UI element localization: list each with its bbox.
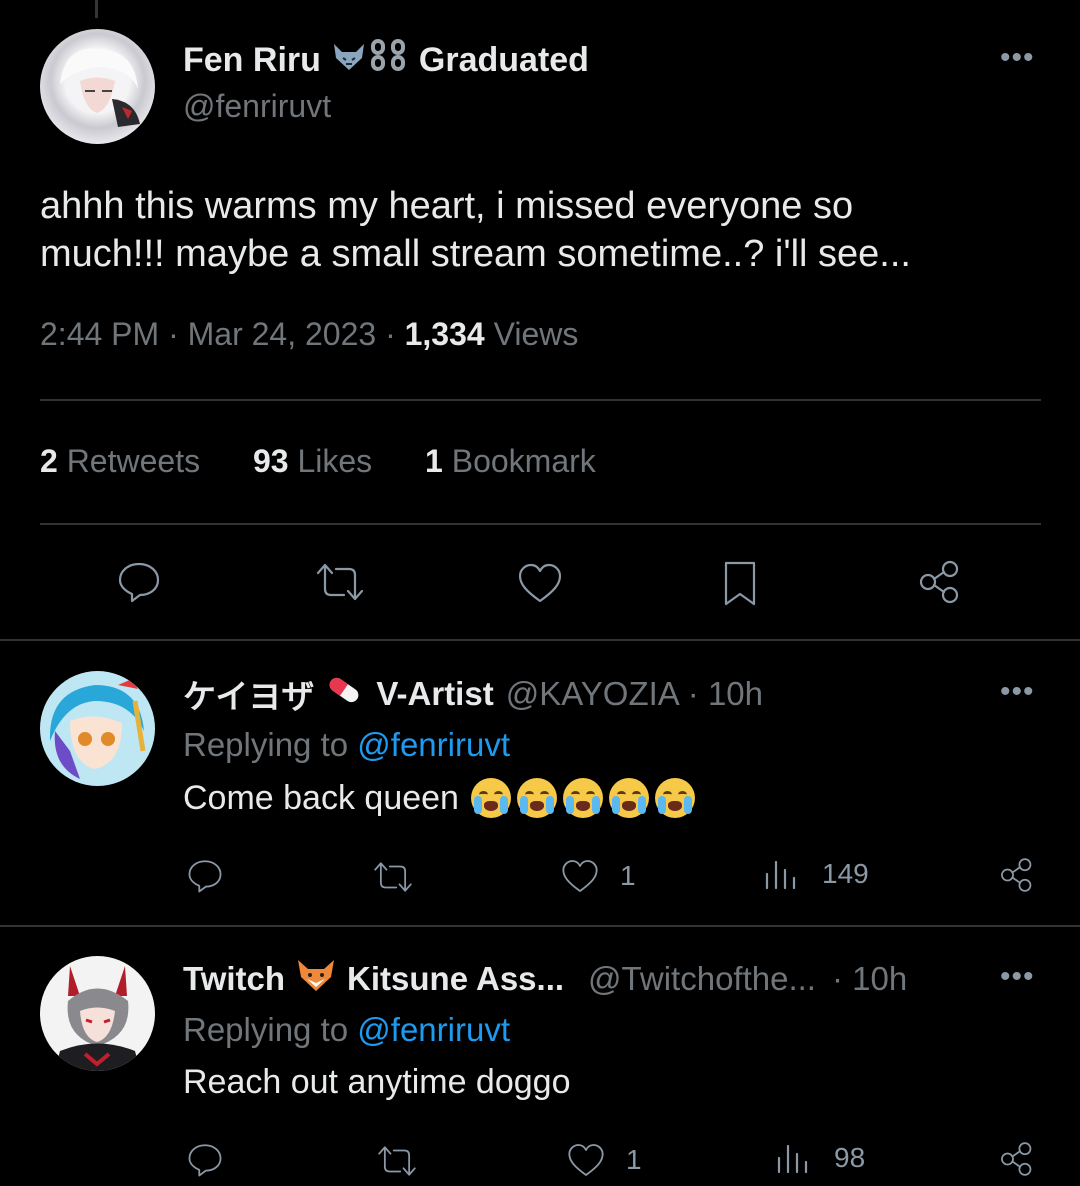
bookmarks-count: 1 xyxy=(425,443,443,479)
retweets-stat[interactable]: 2 Retweets xyxy=(40,443,200,479)
reply-timestamp[interactable]: · 10h xyxy=(832,960,907,998)
meta-separator: · xyxy=(385,316,396,352)
loudly-crying-face-emoji-icon xyxy=(562,778,603,818)
likes-count: 93 xyxy=(252,443,289,479)
divider xyxy=(0,639,1080,641)
pill-emoji-icon xyxy=(324,673,364,715)
tweet-text: ahhh this warms my heart, i missed every… xyxy=(40,182,911,278)
divider xyxy=(0,925,1080,927)
like-icon xyxy=(562,860,598,892)
bookmarks-stat[interactable]: 1 Bookmark xyxy=(425,443,596,479)
loudly-crying-face-emoji-icon xyxy=(608,778,649,818)
like-count: 1 xyxy=(620,860,636,891)
replying-to-handle[interactable]: @fenriruvt xyxy=(357,1011,510,1048)
engagement-stats: 2 Retweets 93 Likes 1 Bookmark xyxy=(40,443,596,480)
reply-author-handle[interactable]: @Twitchofthe... xyxy=(588,960,816,998)
replying-to-handle[interactable]: @fenriruvt xyxy=(357,726,510,763)
tweet-date[interactable]: Mar 24, 2023 xyxy=(188,316,377,352)
replying-to: Replying to @fenriruvt xyxy=(183,1011,510,1049)
views-label: Views xyxy=(493,316,579,352)
reply-icon[interactable] xyxy=(185,1142,225,1183)
like-button[interactable]: 1 xyxy=(566,1142,642,1178)
loudly-crying-face-emoji-icon xyxy=(470,778,511,818)
views-icon xyxy=(777,1144,808,1174)
reply-header: ケイヨザ V-Artist @KAYOZIA · 10h xyxy=(183,673,763,715)
reply-avatar[interactable] xyxy=(40,671,155,786)
meta-separator: · xyxy=(168,316,179,352)
bookmarks-label: Bookmark xyxy=(451,443,596,479)
retweet-icon[interactable] xyxy=(374,1144,420,1183)
views-icon xyxy=(765,860,796,890)
like-count: 1 xyxy=(626,1144,642,1175)
reply-author-name-first[interactable]: Twitch xyxy=(183,960,285,998)
more-icon[interactable]: ••• xyxy=(1000,677,1035,707)
retweets-label: Retweets xyxy=(66,443,201,479)
author-display-name: Fen Riru xyxy=(183,40,321,79)
retweets-count: 2 xyxy=(40,443,58,479)
views-count: 98 xyxy=(834,1142,866,1173)
more-icon[interactable]: ••• xyxy=(1000,962,1035,992)
more-icon[interactable]: ••• xyxy=(1000,43,1035,73)
divider xyxy=(40,523,1041,525)
retweet-icon[interactable] xyxy=(370,860,416,899)
reply-timestamp[interactable]: · 10h xyxy=(688,675,763,713)
share-icon[interactable] xyxy=(916,558,964,611)
author-handle[interactable]: @fenriruvt xyxy=(183,88,331,125)
views-button[interactable]: 98 xyxy=(776,1142,865,1174)
likes-stat[interactable]: 93 Likes xyxy=(253,443,372,479)
tweet-meta: 2:44 PM · Mar 24, 2023 · 1,334 Views xyxy=(40,316,578,353)
tweet-text-line-1: ahhh this warms my heart, i missed every… xyxy=(40,185,854,227)
retweet-icon[interactable] xyxy=(314,561,366,608)
like-icon xyxy=(568,1144,604,1176)
wolf-emoji-icon xyxy=(331,40,367,81)
views-button[interactable]: 149 xyxy=(764,858,869,890)
chain-emoji-icon xyxy=(369,38,409,82)
tweet-time[interactable]: 2:44 PM xyxy=(40,316,159,352)
replying-to: Replying to @fenriruvt xyxy=(183,726,510,764)
views-count: 1,334 xyxy=(404,316,485,352)
replying-to-prefix: Replying to xyxy=(183,1011,349,1048)
loudly-crying-face-emoji-icon xyxy=(654,778,695,818)
loudly-crying-face-emoji-icon xyxy=(516,778,557,818)
likes-label: Likes xyxy=(297,443,373,479)
reply-avatar[interactable] xyxy=(40,956,155,1071)
author-avatar[interactable] xyxy=(40,29,155,144)
bookmark-icon[interactable] xyxy=(722,560,758,613)
like-button[interactable]: 1 xyxy=(560,858,636,894)
fox-emoji-icon xyxy=(295,957,337,1001)
reply-icon[interactable] xyxy=(116,560,162,609)
share-icon[interactable] xyxy=(998,856,1036,899)
reply-text-body: Come back queen xyxy=(183,778,459,817)
author-badge-text: Graduated xyxy=(418,40,589,79)
tweet-text-line-2: much!!! maybe a small stream sometime..?… xyxy=(40,233,911,275)
reply-author-name[interactable]: Kitsune Ass... xyxy=(347,960,564,998)
reply-text: Come back queen xyxy=(183,778,701,818)
reply-author-handle[interactable]: @KAYOZIA xyxy=(506,675,680,713)
like-icon[interactable] xyxy=(516,562,564,609)
share-icon[interactable] xyxy=(998,1140,1036,1183)
thread-connector xyxy=(95,0,98,18)
reply-author-name-jp[interactable]: ケイヨザ xyxy=(183,670,314,718)
reply-author-name[interactable]: V-Artist xyxy=(376,675,493,713)
replying-to-prefix: Replying to xyxy=(183,726,349,763)
divider xyxy=(40,399,1041,401)
reply-icon[interactable] xyxy=(185,858,225,899)
views-count: 149 xyxy=(822,858,869,889)
author-name-row[interactable]: Fen Riru Graduated xyxy=(183,38,589,82)
reply-header: Twitch Kitsune Ass... @Twitchofthe... · … xyxy=(183,959,907,999)
reply-text: Reach out anytime doggo xyxy=(183,1063,571,1101)
